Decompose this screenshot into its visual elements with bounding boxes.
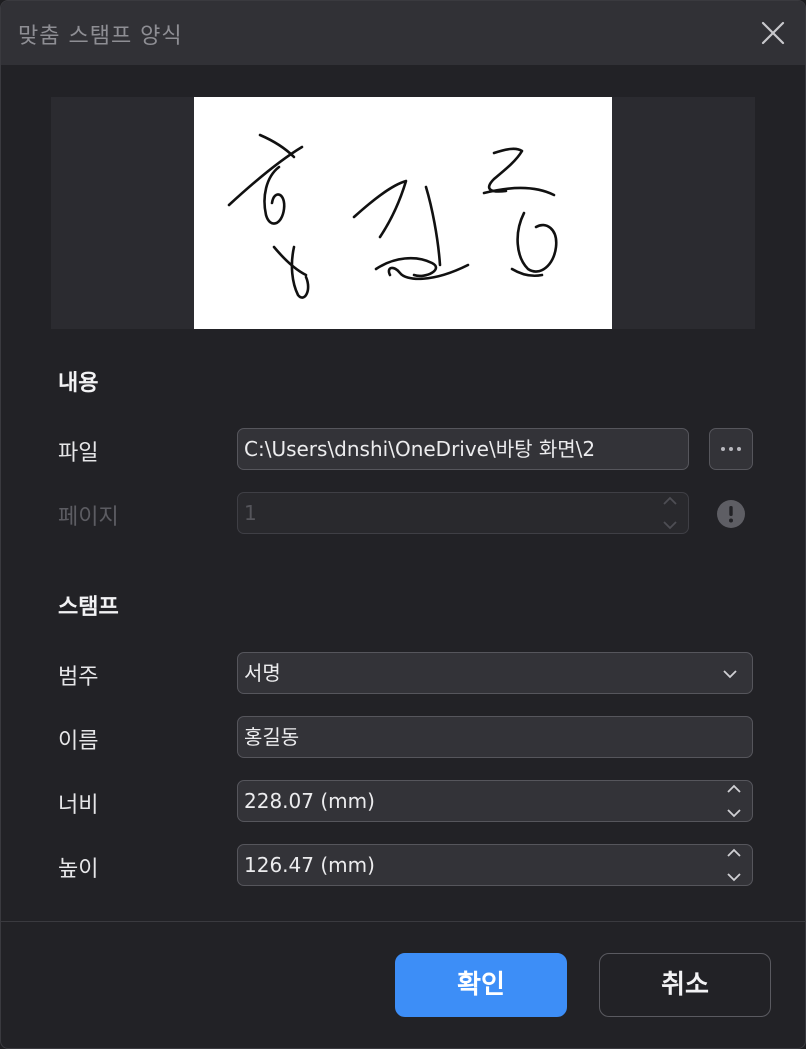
category-label: 범주 xyxy=(58,665,99,690)
footer-divider xyxy=(1,921,805,922)
name-value: 홍길동 xyxy=(244,725,300,749)
title-bar: 맞춤 스탬프 양식 xyxy=(1,1,805,65)
content-section-heading: 내용 xyxy=(58,371,99,396)
spinner-arrows-icon xyxy=(663,496,677,530)
width-value: 228.07 (mm) xyxy=(244,789,375,813)
ok-button[interactable]: 확인 xyxy=(395,953,567,1017)
cancel-button[interactable]: 취소 xyxy=(599,953,771,1017)
custom-stamp-dialog: 맞춤 스탬프 양식 내용 파일 C:\Users\dnshi\OneDrive\… xyxy=(0,0,806,1049)
file-path-value: C:\Users\dnshi\OneDrive\바탕 화면\2 xyxy=(244,437,596,461)
file-label: 파일 xyxy=(58,441,99,466)
name-label: 이름 xyxy=(58,729,99,754)
page-label: 페이지 xyxy=(58,505,119,530)
exclamation-icon[interactable] xyxy=(716,499,746,529)
signature-image xyxy=(194,97,612,329)
dialog-title: 맞춤 스탬프 양식 xyxy=(18,24,183,49)
width-label: 너비 xyxy=(58,793,99,818)
more-horizontal-icon xyxy=(721,447,741,451)
stamp-section-heading: 스탬프 xyxy=(58,595,119,620)
height-stepper[interactable]: 126.47 (mm) xyxy=(237,844,753,886)
file-path-field[interactable]: C:\Users\dnshi\OneDrive\바탕 화면\2 xyxy=(237,428,689,470)
category-select[interactable]: 서명 xyxy=(237,652,753,694)
page-number-value: 1 xyxy=(244,501,257,525)
width-stepper[interactable]: 228.07 (mm) xyxy=(237,780,753,822)
browse-button[interactable] xyxy=(709,428,753,470)
stamp-preview xyxy=(51,97,755,329)
page-number-field: 1 xyxy=(237,492,689,534)
spinner-arrows-icon[interactable] xyxy=(726,784,742,818)
close-icon[interactable] xyxy=(759,19,787,47)
name-input[interactable]: 홍길동 xyxy=(237,716,753,758)
spinner-arrows-icon[interactable] xyxy=(726,848,742,882)
height-label: 높이 xyxy=(58,857,99,882)
category-value: 서명 xyxy=(244,661,281,685)
chevron-down-icon xyxy=(723,670,737,679)
height-value: 126.47 (mm) xyxy=(244,853,375,877)
